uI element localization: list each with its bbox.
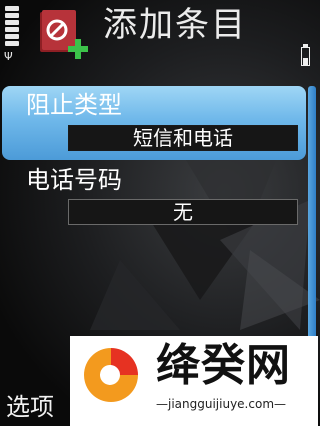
watermark-brand: 绛癸网 — [156, 340, 291, 391]
antenna-icon: Ψ — [4, 50, 13, 63]
phone-screen: Ψ 添加条目 阻止类型 短信和电话 电话号码 无 选项 绛癸网 jianggui… — [0, 0, 320, 426]
item-label-block-type: 阻止类型 — [26, 91, 122, 119]
page-title: 添加条目 — [103, 5, 247, 45]
item-label-phone-number: 电话号码 — [26, 166, 122, 194]
watermark: 绛癸网 jiangguijiuye.com — [70, 336, 318, 426]
blocked-entry-add-icon — [40, 10, 88, 59]
watermark-logo — [84, 348, 138, 402]
watermark-url: jiangguijiuye.com — [156, 396, 316, 412]
block-type-value-field[interactable]: 短信和电话 — [68, 125, 298, 151]
list-item-block-type[interactable]: 阻止类型 短信和电话 — [2, 86, 306, 160]
options-softkey[interactable]: 选项 — [6, 392, 54, 422]
scrollbar-thumb[interactable] — [308, 86, 316, 376]
phone-number-value-field[interactable]: 无 — [68, 199, 298, 225]
battery-icon — [301, 44, 310, 66]
